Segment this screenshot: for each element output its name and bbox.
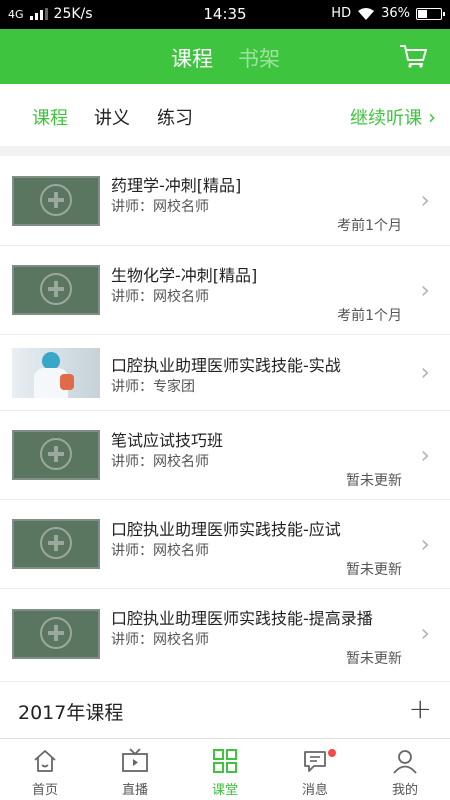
nav-home[interactable]: 首页: [0, 739, 90, 800]
chevron-right-icon: ›: [428, 105, 436, 129]
course-teacher: 讲师：网校名师: [111, 632, 209, 648]
nav-home-label: 首页: [31, 783, 58, 798]
course-status: 暂未更新: [346, 562, 402, 578]
course-title: 笔试应试技巧班: [111, 431, 224, 450]
hd-indicator: HD: [331, 6, 352, 21]
course-status: 考前1个月: [337, 218, 402, 234]
continue-listening-link[interactable]: 继续听课 ›: [350, 104, 436, 130]
cart-icon[interactable]: [400, 43, 428, 69]
nav-messages-label: 消息: [301, 783, 328, 798]
continue-listening-label: 继续听课: [350, 108, 422, 129]
course-teacher: 讲师：网校名师: [111, 289, 209, 305]
unread-badge: [328, 749, 336, 757]
plus-icon[interactable]: +: [409, 692, 432, 725]
status-right: HD 36%: [331, 6, 445, 21]
nav-classroom[interactable]: 课堂: [180, 739, 270, 800]
course-title: 生物化学-冲刺[精品]: [111, 266, 258, 285]
course-status: 考前1个月: [337, 308, 402, 324]
course-teacher: 讲师：网校名师: [111, 454, 209, 470]
header-tab-bookshelf[interactable]: 书架: [238, 43, 280, 73]
chevron-right-icon: ›: [420, 186, 430, 214]
grid-icon: [213, 749, 237, 773]
chevron-right-icon: ›: [420, 530, 430, 558]
chevron-right-icon: ›: [420, 619, 430, 647]
home-icon: [34, 750, 56, 772]
course-thumbnail: [12, 430, 100, 480]
course-thumbnail-photo: [12, 348, 100, 398]
course-teacher: 讲师：网校名师: [111, 543, 209, 559]
course-thumbnail: [12, 519, 100, 569]
chevron-right-icon: ›: [420, 441, 430, 469]
nav-live[interactable]: 直播: [90, 739, 180, 800]
section-title: 2017年课程: [18, 702, 124, 724]
course-row[interactable]: 口腔执业助理医师实践技能-实战 讲师：专家团 ›: [0, 335, 450, 411]
message-icon: [304, 751, 326, 772]
course-teacher: 讲师：网校名师: [111, 199, 209, 215]
battery-icon: [416, 7, 445, 20]
chevron-right-icon: ›: [420, 358, 430, 386]
course-title: 药理学-冲刺[精品]: [111, 176, 242, 195]
course-list: 药理学-冲刺[精品] 讲师：网校名师 考前1个月 › 生物化学-冲刺[精品] 讲…: [0, 156, 450, 681]
course-row[interactable]: 口腔执业助理医师实践技能-应试 讲师：网校名师 暂未更新 ›: [0, 500, 450, 589]
tv-icon: [122, 748, 148, 772]
course-title: 口腔执业助理医师实践技能-应试: [111, 520, 341, 539]
section-2017-courses[interactable]: 2017年课程 +: [0, 681, 450, 737]
course-thumbnail: [12, 176, 100, 226]
nav-profile[interactable]: 我的: [360, 739, 450, 800]
nav-live-label: 直播: [121, 783, 148, 798]
chevron-right-icon: ›: [420, 276, 430, 304]
course-row[interactable]: 笔试应试技巧班 讲师：网校名师 暂未更新 ›: [0, 411, 450, 500]
user-icon: [393, 750, 417, 774]
course-teacher: 讲师：专家团: [111, 379, 195, 395]
course-status: 暂未更新: [346, 473, 402, 489]
course-row[interactable]: 生物化学-冲刺[精品] 讲师：网校名师 考前1个月 ›: [0, 246, 450, 335]
course-title: 口腔执业助理医师实践技能-实战: [111, 356, 341, 375]
sub-tab-bar: 课程 讲义 练习 继续听课 ›: [0, 84, 450, 146]
subtab-handouts[interactable]: 讲义: [94, 104, 130, 130]
course-thumbnail: [12, 609, 100, 659]
nav-profile-label: 我的: [391, 783, 418, 798]
top-header: 课程 书架: [0, 29, 450, 84]
section-divider: [0, 146, 450, 156]
subtab-practice[interactable]: 练习: [157, 104, 193, 130]
course-status: 暂未更新: [346, 651, 402, 667]
course-row[interactable]: 药理学-冲刺[精品] 讲师：网校名师 考前1个月 ›: [0, 156, 450, 246]
nav-messages[interactable]: 消息: [270, 739, 360, 800]
battery-percent: 36%: [381, 6, 410, 21]
course-title: 口腔执业助理医师实践技能-提高录播: [111, 609, 373, 628]
nav-classroom-label: 课堂: [211, 783, 238, 798]
course-row[interactable]: 口腔执业助理医师实践技能-提高录播 讲师：网校名师 暂未更新 ›: [0, 589, 450, 681]
bottom-nav: 首页 直播 课堂 消息 我的: [0, 738, 450, 800]
status-bar: 4G 25K/s 14:35 HD 36%: [0, 0, 450, 29]
subtab-courses[interactable]: 课程: [32, 104, 68, 130]
course-thumbnail: [12, 265, 100, 315]
header-tab-courses[interactable]: 课程: [171, 43, 213, 73]
wifi-icon: [358, 7, 375, 20]
